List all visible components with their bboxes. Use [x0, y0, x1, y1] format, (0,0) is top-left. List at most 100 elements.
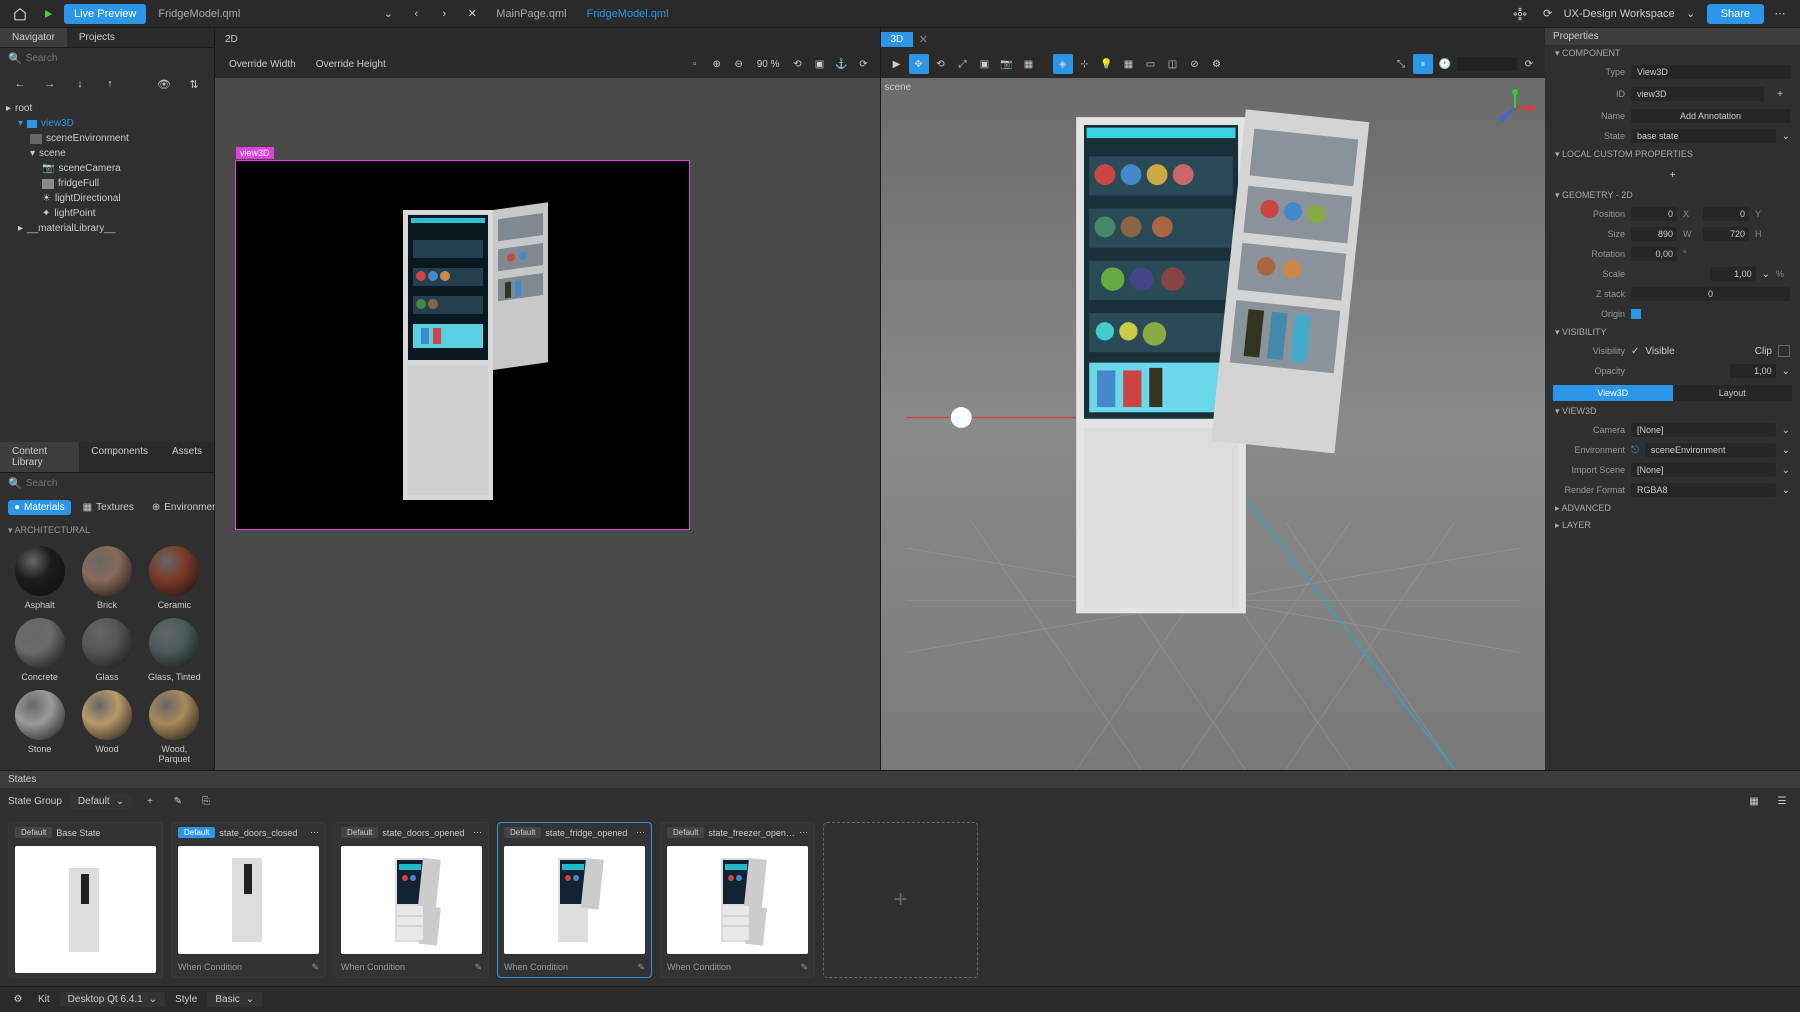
state-card[interactable]: Defaultstate_doors_opened⋯ When Conditio… [334, 822, 489, 978]
style-select[interactable]: Basic⌄ [207, 992, 262, 1007]
size-w[interactable]: 890 [1631, 227, 1677, 241]
file-tab-3[interactable]: FridgeModel.qml [579, 4, 677, 24]
wireframe-icon[interactable]: ◫ [1163, 54, 1183, 74]
3d-tab[interactable]: 3D [881, 32, 914, 47]
material-item[interactable]: Glass [77, 618, 136, 682]
state-card[interactable]: Defaultstate_freezer_opened⋯ When Condit… [660, 822, 815, 978]
tree-view3d[interactable]: ▾view3D [0, 116, 214, 131]
pause-icon[interactable]: ⏸ [1413, 54, 1433, 74]
tree-root[interactable]: ▸root [0, 101, 214, 116]
more-icon[interactable]: ⋯ [799, 827, 808, 838]
select-icon[interactable]: ▭ [1141, 54, 1161, 74]
gear-icon[interactable]: ⚙ [8, 990, 28, 1010]
list-view-icon[interactable]: ☰ [1772, 791, 1792, 811]
grid-icon[interactable]: ▦ [1119, 54, 1139, 74]
tab-assets[interactable]: Assets [160, 442, 214, 472]
opacity[interactable]: 1,00 [1730, 364, 1776, 378]
prop-import-scene[interactable]: [None] [1631, 463, 1776, 477]
nav-fwd-icon[interactable]: › [432, 3, 456, 25]
material-item[interactable]: Asphalt [10, 546, 69, 610]
anchor-icon[interactable]: ⚓ [832, 54, 852, 74]
scale-tool-icon[interactable]: ⤢ [953, 54, 973, 74]
prop-state[interactable]: base state [1631, 129, 1776, 143]
ortho-icon[interactable]: ▦ [1019, 54, 1039, 74]
zoom-in-icon[interactable]: ⊕ [707, 54, 727, 74]
camera-icon[interactable]: 📷 [997, 54, 1017, 74]
selection-frame[interactable]: view3D [235, 160, 690, 530]
tab-projects[interactable]: Projects [67, 28, 127, 47]
live-preview-button[interactable]: Live Preview [64, 4, 146, 24]
prop-render-format[interactable]: RGBA8 [1631, 483, 1776, 497]
subtab-materials[interactable]: ●Materials [8, 500, 71, 515]
edit-condition-icon[interactable]: ✎ [311, 962, 319, 973]
2d-tab[interactable]: 2D [215, 32, 248, 47]
prop-id[interactable]: view3D [1631, 87, 1764, 101]
material-item[interactable]: Wood, Parquet [145, 690, 204, 764]
scale[interactable]: 1,00 [1710, 267, 1756, 281]
tree-point-light[interactable]: ✦lightPoint [0, 206, 214, 221]
tab-layout[interactable]: Layout [1673, 385, 1793, 401]
material-item[interactable]: Ceramic [145, 546, 204, 610]
zoom-out-icon[interactable]: ⊖ [729, 54, 749, 74]
fit-icon[interactable]: ▣ [810, 54, 830, 74]
refresh-icon[interactable]: ⟳ [854, 54, 874, 74]
move-tool-icon[interactable]: ✥ [909, 54, 929, 74]
library-search-input[interactable] [26, 478, 206, 489]
chevron-down-icon[interactable]: ⌄ [376, 3, 400, 25]
rotate-tool-icon[interactable]: ⟲ [931, 54, 951, 74]
grid-view-icon[interactable]: ▦ [1744, 791, 1764, 811]
z-stack[interactable]: 0 [1631, 287, 1790, 301]
3d-canvas[interactable]: scene [881, 78, 1546, 770]
tree-camera[interactable]: 📷sceneCamera [0, 161, 214, 176]
nav-back-icon[interactable]: ‹ [404, 3, 428, 25]
rotation[interactable]: 0,00 [1631, 247, 1677, 261]
pos-x[interactable]: 0 [1631, 207, 1677, 221]
tool-icon[interactable]: ▫ [685, 54, 705, 74]
chevron-down-icon[interactable]: ⌄ [1782, 366, 1790, 377]
add-property-button[interactable]: + [1663, 165, 1683, 185]
more-icon[interactable]: ⋯ [310, 827, 319, 838]
file-tab-2[interactable]: MainPage.qml [488, 4, 574, 24]
state-card[interactable]: Defaultstate_fridge_opened⋯ When Conditi… [497, 822, 652, 978]
edit-condition-icon[interactable]: ✎ [800, 962, 808, 973]
gear-icon[interactable]: ⚙ [1207, 54, 1227, 74]
snap-icon[interactable]: ⊹ [1075, 54, 1095, 74]
section-component[interactable]: ▾ COMPONENT [1545, 45, 1800, 62]
origin-picker[interactable] [1631, 309, 1641, 319]
section-layer[interactable]: ▸ LAYER [1545, 517, 1800, 534]
edit-condition-icon[interactable]: ✎ [474, 962, 482, 973]
material-item[interactable]: Glass, Tinted [145, 618, 204, 682]
state-group-select[interactable]: Default⌄ [70, 794, 132, 809]
navigator-search-input[interactable] [26, 53, 206, 64]
clock-icon[interactable]: 🕐 [1435, 54, 1455, 74]
add-group-icon[interactable]: + [140, 791, 160, 811]
edit-condition-icon[interactable]: ✎ [637, 962, 645, 973]
tab-navigator[interactable]: Navigator [0, 28, 67, 47]
add-annotation-button[interactable]: Add Annotation [1631, 109, 1790, 123]
close-tab-icon[interactable]: ✕ [913, 29, 933, 49]
visibility-checkbox[interactable]: ✓ [1631, 346, 1639, 357]
chevron-down-icon[interactable]: ⌄ [1782, 131, 1790, 142]
pos-y[interactable]: 0 [1703, 207, 1749, 221]
close-icon[interactable]: ✕ [460, 3, 484, 25]
tree-scene[interactable]: ▾scene [0, 146, 214, 161]
section-visibility[interactable]: ▾ VISIBILITY [1545, 324, 1800, 341]
prop-environment[interactable]: sceneEnvironment [1645, 443, 1776, 457]
material-item[interactable]: Concrete [10, 618, 69, 682]
section-view3d[interactable]: ▾ VIEW3D [1545, 403, 1800, 420]
section-advanced[interactable]: ▸ ADVANCED [1545, 500, 1800, 517]
material-item[interactable]: Wood [77, 690, 136, 764]
chevron-down-icon[interactable]: ⌄ [1782, 465, 1790, 476]
more-icon[interactable]: ⋯ [1768, 3, 1792, 25]
prop-camera[interactable]: [None] [1631, 423, 1776, 437]
play-icon[interactable] [36, 3, 60, 25]
local-icon[interactable]: ◈ [1053, 54, 1073, 74]
material-item[interactable]: Brick [77, 546, 136, 610]
share-button[interactable]: Share [1707, 4, 1764, 24]
sort-icon[interactable]: ⇅ [182, 73, 206, 95]
arrow-left-icon[interactable]: ← [8, 73, 32, 95]
arrow-right-icon[interactable]: → [38, 73, 62, 95]
workspace-chevron-icon[interactable]: ⌄ [1679, 3, 1703, 25]
state-card-base[interactable]: DefaultBase State [8, 822, 163, 978]
fit-icon[interactable]: ▣ [975, 54, 995, 74]
